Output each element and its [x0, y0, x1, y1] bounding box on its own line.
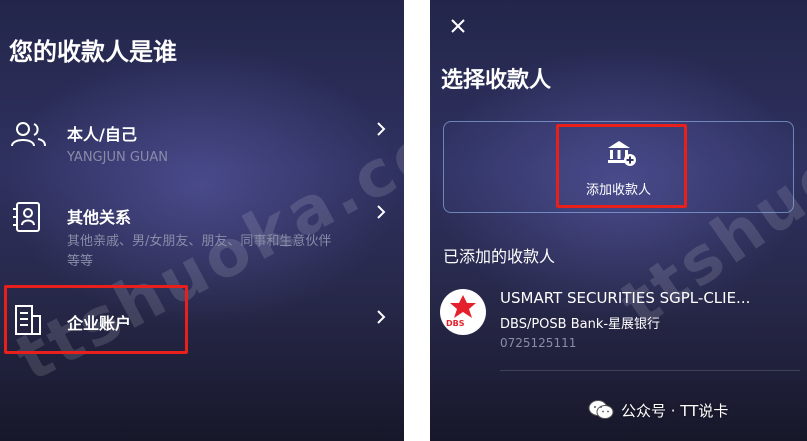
- payee-bank: DBS/POSB Bank-星展银行: [500, 317, 661, 332]
- page-title: 选择收款人: [441, 68, 552, 93]
- contact-card-icon: [13, 202, 40, 232]
- option-sublabel-line1: 其他亲戚、男/女朋友、朋友、同事和生意伙伴: [67, 234, 332, 249]
- highlight-box: [556, 124, 687, 208]
- dbs-star-icon: [450, 295, 476, 318]
- payee-name: USMART SECURITIES SGPL-CLIE...: [500, 289, 751, 307]
- option-label: 其他关系: [67, 208, 132, 227]
- recipient-option-self[interactable]: 本人/自己 YANGJUN GUAN: [0, 110, 404, 170]
- recipient-type-screen: ttshuoka.com 您的收款人是谁 本人/自己 YANGJUN GUAN …: [0, 0, 404, 441]
- recipient-option-others[interactable]: 其他关系 其他亲戚、男/女朋友、朋友、同事和生意伙伴 等等: [0, 193, 404, 273]
- page-title: 您的收款人是谁: [9, 38, 177, 66]
- select-payee-screen: ttshuoka.com 选择收款人 添加收款人 已添加的收款人 DBS USM…: [430, 0, 807, 441]
- chevron-right-icon: [377, 205, 386, 219]
- payee-list-item[interactable]: DBS USMART SECURITIES SGPL-CLIE... DBS/P…: [430, 280, 807, 371]
- payee-account: 0725125111: [500, 336, 577, 350]
- divider: [500, 370, 800, 371]
- option-sublabel-line2: 等等: [67, 254, 94, 269]
- panel-gap: [404, 0, 430, 441]
- watermark-credit-text: 公众号 · TT说卡: [621, 401, 729, 420]
- section-title: 已添加的收款人: [443, 247, 556, 266]
- close-icon[interactable]: [450, 18, 466, 34]
- people-icon: [11, 122, 46, 147]
- chevron-right-icon: [377, 310, 386, 324]
- bank-logo: DBS: [440, 289, 486, 335]
- chevron-right-icon: [377, 122, 386, 136]
- option-label: 本人/自己: [67, 125, 137, 144]
- highlight-box: [4, 285, 188, 354]
- watermark-credit: 公众号 · TT说卡: [588, 396, 728, 424]
- option-sublabel: YANGJUN GUAN: [67, 150, 169, 165]
- bank-logo-text: DBS: [446, 319, 465, 328]
- wechat-icon: [588, 400, 614, 419]
